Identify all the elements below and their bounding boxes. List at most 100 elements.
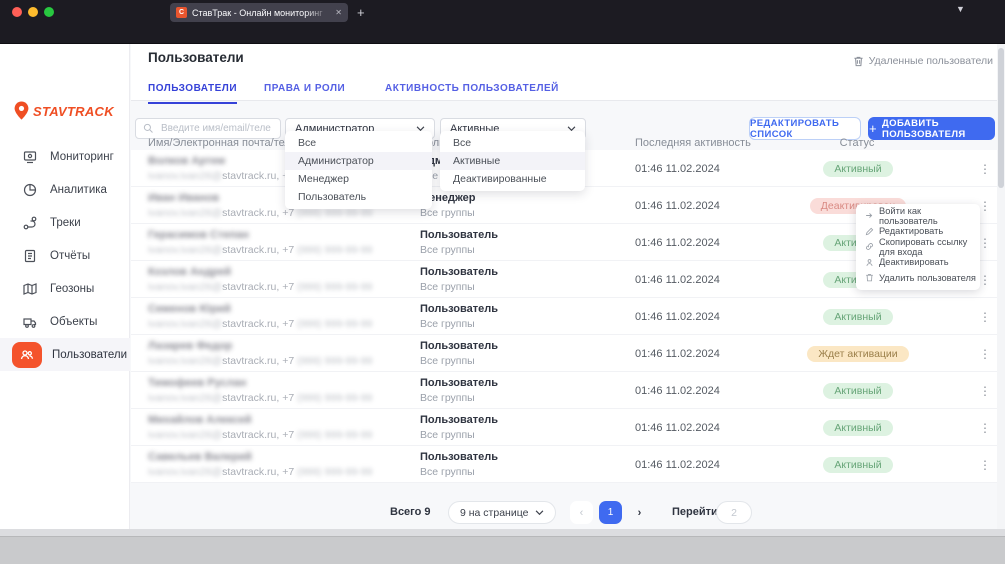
window-zoom-button[interactable] [44, 7, 54, 17]
users-table: Волков Артем ivanov.ivan26@stavtrack.ru,… [131, 150, 1005, 483]
users-icon [12, 342, 42, 368]
sidebar-item-analytics[interactable]: Аналитика [0, 173, 130, 206]
status-option[interactable]: Активные [440, 152, 585, 170]
user-role-cell: Пользователь Все группы [420, 414, 498, 441]
row-actions-kebab-icon[interactable]: ⋮ [976, 298, 994, 335]
tab-close-icon[interactable]: ✕ [335, 8, 342, 17]
plus-icon: + [869, 121, 877, 136]
last-activity: 01:46 11.02.2024 [635, 335, 720, 372]
deactivate-user-item[interactable]: Деактивировать [856, 255, 980, 271]
sidebar-item-monitoring[interactable]: Мониторинг [0, 140, 130, 173]
goto-page-input[interactable]: 2 [716, 501, 752, 524]
user-email-phone: ivanov.ivan26@stavtrack.ru, +7 (999) 999… [148, 281, 372, 293]
row-actions-kebab-icon[interactable]: ⋮ [976, 372, 994, 409]
browser-tab[interactable]: С СтавТрак - Онлайн мониторинг ✕ [170, 3, 348, 22]
user-name-cell: Савельев Валерий ivanov.ivan26@stavtrack… [148, 451, 372, 478]
row-actions-kebab-icon[interactable]: ⋮ [976, 409, 994, 446]
sidebar-item-reports[interactable]: Отчёты [0, 239, 130, 272]
user-email-phone: ivanov.ivan26@stavtrack.ru, +7 (999) 999… [148, 429, 372, 441]
row-context-menu: Войти как пользователь Редактировать Ско… [856, 204, 980, 290]
reports-icon [22, 248, 38, 264]
role-option[interactable]: Пользователь [285, 188, 432, 206]
deleted-users-link[interactable]: Удаленные пользователи [853, 55, 993, 67]
sidebar-item-objects[interactable]: Объекты [0, 305, 130, 338]
page-header-band [131, 44, 1005, 101]
sidebar-item-geozones[interactable]: Геозоны [0, 272, 130, 305]
row-actions-kebab-icon[interactable]: ⋮ [976, 335, 994, 372]
trash-icon [853, 55, 864, 67]
sidebar-item-label: Аналитика [50, 184, 107, 196]
user-search-field[interactable] [135, 118, 281, 139]
window-bottom-edge [0, 529, 1005, 536]
last-activity: 01:46 11.02.2024 [635, 409, 720, 446]
table-row: Лазарев Федор ivanov.ivan26@stavtrack.ru… [131, 335, 1005, 372]
sidebar-item-tracks[interactable]: Треки [0, 206, 130, 239]
user-name-cell: Тимофеев Руслан ivanov.ivan26@stavtrack.… [148, 377, 372, 404]
user-groups: Все группы [420, 429, 498, 441]
row-actions-kebab-icon[interactable]: ⋮ [976, 150, 994, 187]
user-email-phone: ivanov.ivan26@stavtrack.ru, +7 (999) 999… [148, 355, 372, 367]
column-header-status: Статус [812, 137, 902, 149]
user-role-cell: Пользователь Все группы [420, 303, 498, 330]
app-logo[interactable]: STAVTRACK [12, 100, 114, 122]
sidebar-item-label: Мониторинг [50, 151, 114, 163]
user-name: Тимофеев Руслан [148, 377, 372, 389]
status-option[interactable]: Все [440, 134, 585, 152]
user-email-phone: ivanov.ivan26@stavtrack.ru, +7 (999) 999… [148, 318, 372, 330]
sidebar-item-users[interactable]: Пользователи [0, 338, 130, 371]
page-title: Пользователи [148, 50, 244, 65]
window-close-button[interactable] [12, 7, 22, 17]
user-name: Михайлов Алексей [148, 414, 372, 426]
tab-users[interactable]: ПОЛЬЗОВАТЕЛИ [148, 83, 237, 104]
status-option[interactable]: Деактивированные [440, 170, 585, 188]
monitoring-icon [22, 149, 38, 165]
status-badge: Активный [823, 457, 892, 473]
tab-list-chevron-icon[interactable]: ▼ [956, 4, 965, 14]
user-role: Пользователь [420, 340, 498, 352]
delete-user-item[interactable]: Удалить пользователя [856, 270, 980, 286]
tab-rights-roles[interactable]: ПРАВА И РОЛИ [264, 83, 345, 102]
user-role-cell: Пользователь Все группы [420, 266, 498, 293]
table-row: Савельев Валерий ivanov.ivan26@stavtrack… [131, 446, 1005, 483]
user-groups: Все группы [420, 318, 498, 330]
new-tab-button[interactable]: + [357, 3, 365, 22]
tracks-icon [22, 215, 38, 231]
user-role-cell: Пользователь Все группы [420, 340, 498, 367]
row-actions-kebab-icon[interactable]: ⋮ [976, 446, 994, 483]
role-option[interactable]: Менеджер [285, 170, 432, 188]
user-groups: Все группы [420, 281, 498, 293]
sidebar-item-label: Треки [50, 217, 81, 229]
role-option[interactable]: Все [285, 134, 432, 152]
user-name-cell: Лазарев Федор ivanov.ivan26@stavtrack.ru… [148, 340, 372, 367]
user-groups: Все группы [420, 466, 498, 478]
logo-text: STAVTRACK [33, 104, 114, 119]
prev-page-button[interactable]: ‹ [570, 501, 593, 524]
user-name-cell: Семенов Юрий ivanov.ivan26@stavtrack.ru,… [148, 303, 372, 330]
next-page-button[interactable]: › [628, 501, 651, 524]
copy-login-link-item[interactable]: Скопировать ссылку для входа [856, 239, 980, 255]
goto-page-label: Перейти [672, 506, 718, 518]
tab-user-activity[interactable]: АКТИВНОСТЬ ПОЛЬЗОВАТЕЛЕЙ [385, 83, 559, 102]
tab-favicon: С [176, 7, 187, 18]
scrollbar-thumb[interactable] [998, 48, 1004, 188]
current-page-button[interactable]: 1 [599, 501, 622, 524]
status-cell: Активный [798, 298, 918, 335]
trash-icon [865, 273, 874, 282]
user-name: Герасимов Степан [148, 229, 372, 241]
user-name: Лазарев Федор [148, 340, 372, 352]
objects-icon [22, 314, 38, 330]
per-page-select[interactable]: 9 на странице [448, 501, 556, 524]
window-minimize-button[interactable] [28, 7, 38, 17]
search-input[interactable] [159, 122, 273, 135]
tab-title: СтавТрак - Онлайн мониторинг [192, 8, 330, 18]
login-arrow-icon [865, 211, 874, 220]
table-row: Тимофеев Руслан ivanov.ivan26@stavtrack.… [131, 372, 1005, 409]
role-option[interactable]: Администратор [285, 152, 432, 170]
last-activity: 01:46 11.02.2024 [635, 261, 720, 298]
app-sidebar: STAVTRACK Мониторинг Аналитика Треки Отч… [0, 44, 130, 530]
user-name-cell: Козлов Андрей ivanov.ivan26@stavtrack.ru… [148, 266, 372, 293]
taskbar: 11:00 AM 10/05/2021 [0, 536, 1005, 564]
status-badge: Ждет активации [807, 346, 908, 362]
login-as-user-item[interactable]: Войти как пользователь [856, 208, 980, 224]
user-name: Савельев Валерий [148, 451, 372, 463]
